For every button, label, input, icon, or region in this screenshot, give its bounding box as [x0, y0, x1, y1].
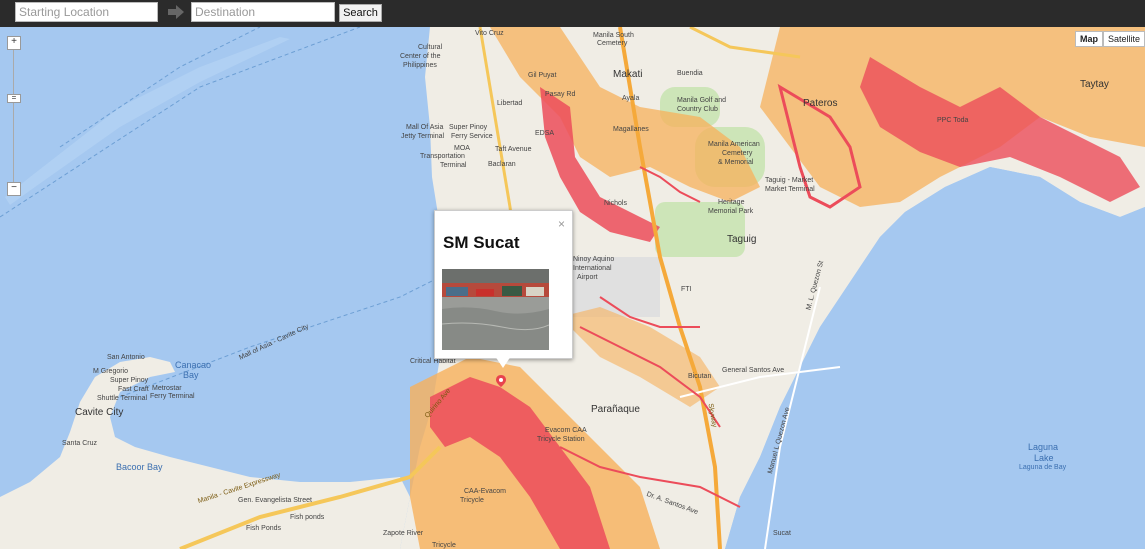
- map-label-fti: FTI: [681, 286, 692, 293]
- search-button[interactable]: Search: [339, 4, 382, 22]
- map-label-san-antonio: San Antonio: [107, 354, 145, 361]
- map-label-shuttle-terminal: Shuttle Terminal: [97, 395, 148, 402]
- map-label-lake: Lake: [1034, 453, 1054, 463]
- map-label-ppc-toda: PPC Toda: [937, 117, 969, 124]
- map-label-vito-cruz: Vito Cruz: [475, 30, 504, 37]
- map-label-bay: Bay: [183, 370, 199, 380]
- zoom-slider-track[interactable]: [13, 50, 14, 190]
- zoom-out-button[interactable]: −: [7, 182, 21, 196]
- map-label-edsa: EDSA: [535, 130, 555, 137]
- map-label-makati: Makati: [613, 69, 643, 80]
- map-label-super-pinoy-cavite: Super Pinoy: [110, 377, 149, 384]
- map-label-pasay-rd: Pasay Rd: [545, 91, 576, 98]
- map-label-mall-of-asia: Mall Of Asia: [406, 124, 444, 131]
- map-label-magallanes: Magallanes: [613, 126, 649, 133]
- map-label-pateros: Pateros: [803, 98, 838, 109]
- starting-location-input[interactable]: [15, 2, 158, 22]
- map-label-caa-evacom: CAA-Evacom: [464, 488, 507, 495]
- map-label-canacao: Canacao: [175, 360, 212, 370]
- map-label-taguig: Taguig: [727, 234, 757, 245]
- map-type-satellite-button[interactable]: Satellite: [1103, 31, 1145, 47]
- map-label-manila-south: Manila South: [593, 32, 634, 39]
- location-marker-icon[interactable]: [496, 375, 506, 387]
- map-label-super-pinoy: Super Pinoy: [449, 124, 488, 131]
- map-label-and-memorial: & Memorial: [718, 159, 754, 166]
- search-bar: Search: [0, 0, 1145, 27]
- info-window: × SM Sucat: [434, 210, 573, 359]
- map-label-american-cemetery: Cemetery: [722, 150, 753, 157]
- map-label-santa-cruz: Santa Cruz: [62, 440, 98, 447]
- map-label-center-of-the: Center of the: [400, 53, 441, 60]
- map-label-manila-american: Manila American: [708, 141, 760, 148]
- map-label-gen-evangelista: Gen. Evangelista Street: [238, 497, 312, 504]
- map-label-cavite-city: Cavite City: [75, 407, 124, 418]
- map-label-sucat: Sucat: [773, 530, 791, 537]
- info-window-title: SM Sucat: [443, 233, 520, 252]
- map-label-cemetery: Cemetery: [597, 40, 628, 47]
- map-label-taguig-market: Taguig - Market: [765, 177, 814, 184]
- map-label-moa: MOA: [454, 145, 470, 152]
- map-label-buendia: Buendia: [677, 70, 703, 77]
- map-label-tricycle-terminal: Tricycle: [460, 497, 484, 504]
- map-label-country-club: Country Club: [677, 106, 718, 113]
- map-label-ayala: Ayala: [622, 95, 640, 102]
- close-icon[interactable]: ×: [558, 217, 565, 231]
- map-label-ferry-terminal: Ferry Terminal: [150, 393, 195, 400]
- map-label-market-terminal: Market Terminal: [765, 186, 815, 193]
- map-label-tricycle: Tricycle: [432, 542, 456, 549]
- map-label-terminal: Terminal: [440, 162, 467, 169]
- map-label-tricycle-station: Tricycle Station: [537, 436, 585, 443]
- map-label-cultural: Cultural: [418, 44, 443, 51]
- map-label-libertad: Libertad: [497, 100, 523, 107]
- map-label-taytay: Taytay: [1080, 79, 1109, 90]
- map-label-baclaran: Baclaran: [488, 161, 516, 168]
- flood-photo: [442, 269, 549, 350]
- map-label-taft-avenue: Taft Avenue: [495, 146, 532, 153]
- map-label-transportation: Transportation: [420, 153, 465, 160]
- map-label-ninoy-aquino: Ninoy Aquino: [573, 256, 615, 263]
- map-label-airport: Airport: [577, 274, 598, 281]
- map-label-memorial-park: Memorial Park: [708, 208, 754, 215]
- map-label-international: International: [573, 265, 612, 272]
- info-window-pointer: [495, 356, 511, 368]
- map-label-metrostar: Metrostar: [152, 385, 182, 392]
- map-label-heritage: Heritage: [718, 199, 745, 206]
- map-label-fish-ponds: Fish ponds: [290, 514, 325, 521]
- map-label-general-santos: General Santos Ave: [722, 367, 785, 374]
- map-label-nichols: Nichols: [604, 200, 627, 207]
- map-label-ferry-service: Ferry Service: [451, 133, 493, 140]
- map-label-jetty-terminal: Jetty Terminal: [401, 133, 445, 140]
- map-label-paranaque: Parañaque: [591, 404, 640, 415]
- zoom-slider-handle[interactable]: =: [7, 94, 21, 103]
- arrow-right-icon: [168, 5, 184, 19]
- destination-input[interactable]: [191, 2, 335, 22]
- map-label-bacoor-bay: Bacoor Bay: [116, 462, 163, 472]
- map-label-laguna-de-bay: Laguna de Bay: [1019, 464, 1067, 471]
- map-type-control: Map Satellite: [1075, 31, 1145, 47]
- zoom-in-button[interactable]: +: [7, 36, 21, 50]
- map-label-m-gregorio: M Gregorio: [93, 368, 129, 375]
- map-label-fish-ponds-2: Fish Ponds: [246, 525, 282, 532]
- map-type-map-button[interactable]: Map: [1075, 31, 1103, 47]
- map-label-fast-craft: Fast Craft: [118, 386, 149, 393]
- map-label-evacom-caa: Evacom CAA: [545, 427, 587, 434]
- map-label-philippines: Philippines: [403, 62, 437, 69]
- map-label-bicutan: Bicutan: [688, 373, 712, 380]
- map-label-gil-puyat: Gil Puyat: [528, 72, 557, 79]
- map-label-laguna: Laguna: [1028, 442, 1059, 452]
- map-label-zapote-river: Zapote River: [383, 530, 424, 537]
- map-label-manila-golf: Manila Golf and: [677, 97, 727, 104]
- map-label-critical-habitat: Critical Habitat: [410, 358, 456, 365]
